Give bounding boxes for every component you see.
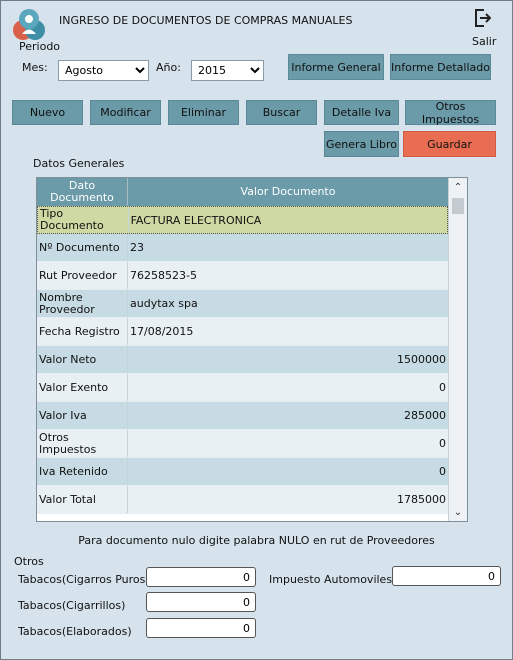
- row-value[interactable]: FACTURA ELECTRONICA: [129, 207, 447, 233]
- tabacos-cigarrillos-input[interactable]: [146, 592, 256, 612]
- tabacos-elaborados-label: Tabacos(Elaborados): [18, 625, 132, 638]
- otros-impuestos-button[interactable]: Otros Impuestos: [405, 100, 496, 126]
- row-key: Iva Retenido: [37, 458, 128, 485]
- row-key: Valor Total: [37, 486, 128, 513]
- tabacos-elaborados-input[interactable]: [146, 618, 256, 638]
- table-row[interactable]: Valor Total 1785000: [37, 486, 448, 514]
- tabacos-cigarrillos-label: Tabacos(Cigarrillos): [18, 599, 126, 612]
- row-key: Nombre Proveedor: [37, 290, 128, 317]
- scroll-up-icon[interactable]: ⌃: [449, 179, 467, 195]
- row-value[interactable]: 0: [128, 374, 448, 401]
- row-key: Valor Neto: [37, 346, 128, 373]
- row-value[interactable]: 17/08/2015: [128, 318, 448, 345]
- table-row[interactable]: Fecha Registro 17/08/2015: [37, 318, 448, 346]
- genera-libro-button[interactable]: Genera Libro: [324, 131, 399, 157]
- datos-grid[interactable]: Dato Documento Valor Documento Tipo Docu…: [36, 177, 468, 522]
- row-value[interactable]: 76258523-5: [128, 262, 448, 289]
- datos-generales-title: Datos Generales: [33, 157, 125, 170]
- mes-label: Mes:: [22, 61, 48, 74]
- table-row[interactable]: Otros Impuestos 0: [37, 430, 448, 458]
- table-row[interactable]: Valor Iva 285000: [37, 402, 448, 430]
- row-value[interactable]: 0: [128, 458, 448, 485]
- row-value[interactable]: 23: [128, 234, 448, 261]
- guardar-button[interactable]: Guardar: [403, 131, 496, 157]
- table-row[interactable]: Valor Neto 1500000: [37, 346, 448, 374]
- table-row[interactable]: Rut Proveedor 76258523-5: [37, 262, 448, 290]
- row-key: Tipo Documento: [38, 207, 129, 233]
- scroll-down-icon[interactable]: ⌄: [449, 504, 467, 520]
- table-row[interactable]: Nº Documento 23: [37, 234, 448, 262]
- row-key: Valor Iva: [37, 402, 128, 429]
- tabacos-puros-label: Tabacos(Cigarros Puros): [18, 573, 150, 586]
- buscar-button[interactable]: Buscar: [246, 100, 317, 125]
- table-row[interactable]: Tipo Documento FACTURA ELECTRONICA: [37, 206, 448, 234]
- row-value[interactable]: 1500000: [128, 346, 448, 373]
- anio-label: Año:: [156, 61, 181, 74]
- impuesto-automoviles-label: Impuesto Automoviles: [269, 573, 393, 586]
- tabacos-puros-input[interactable]: [146, 567, 256, 587]
- mes-select[interactable]: Agosto: [58, 60, 149, 81]
- detalle-iva-button[interactable]: Detalle Iva: [324, 100, 399, 125]
- grid-header: Dato Documento Valor Documento: [37, 178, 448, 206]
- table-row[interactable]: Valor Exento 0: [37, 374, 448, 402]
- row-key: Valor Exento: [37, 374, 128, 401]
- table-row[interactable]: Iva Retenido 0: [37, 458, 448, 486]
- header-dato-documento[interactable]: Dato Documento: [37, 178, 128, 206]
- row-key: Nº Documento: [37, 234, 128, 261]
- row-value[interactable]: 285000: [128, 402, 448, 429]
- grid-rows: Tipo Documento FACTURA ELECTRONICA Nº Do…: [37, 206, 448, 514]
- periodo-logo-icon[interactable]: [12, 8, 46, 42]
- row-key: Rut Proveedor: [37, 262, 128, 289]
- nuevo-button[interactable]: Nuevo: [12, 100, 83, 125]
- otros-title: Otros: [14, 555, 44, 568]
- row-key: Otros Impuestos: [37, 430, 128, 457]
- periodo-label: Periodo: [19, 40, 61, 53]
- salir-button[interactable]: Salir: [472, 35, 496, 48]
- row-key: Fecha Registro: [37, 318, 128, 345]
- impuesto-automoviles-input[interactable]: [392, 566, 501, 586]
- nulo-note: Para documento nulo digite palabra NULO …: [78, 534, 435, 547]
- modificar-button[interactable]: Modificar: [90, 100, 161, 125]
- row-value[interactable]: 0: [128, 430, 448, 457]
- informe-general-button[interactable]: Informe General: [288, 54, 384, 80]
- exit-icon[interactable]: [475, 9, 491, 27]
- informe-detallado-button[interactable]: Informe Detallado: [390, 54, 491, 80]
- header-valor-documento[interactable]: Valor Documento: [128, 178, 448, 206]
- table-row[interactable]: Nombre Proveedor audytax spa: [37, 290, 448, 318]
- eliminar-button[interactable]: Eliminar: [168, 100, 239, 125]
- window-title: INGRESO DE DOCUMENTOS DE COMPRAS MANUALE…: [59, 14, 353, 27]
- row-value[interactable]: 1785000: [128, 486, 448, 513]
- scroll-thumb[interactable]: [452, 198, 464, 214]
- anio-select[interactable]: 2015: [191, 60, 264, 81]
- grid-scrollbar[interactable]: ⌃ ⌄: [448, 178, 467, 521]
- row-value[interactable]: audytax spa: [128, 290, 448, 317]
